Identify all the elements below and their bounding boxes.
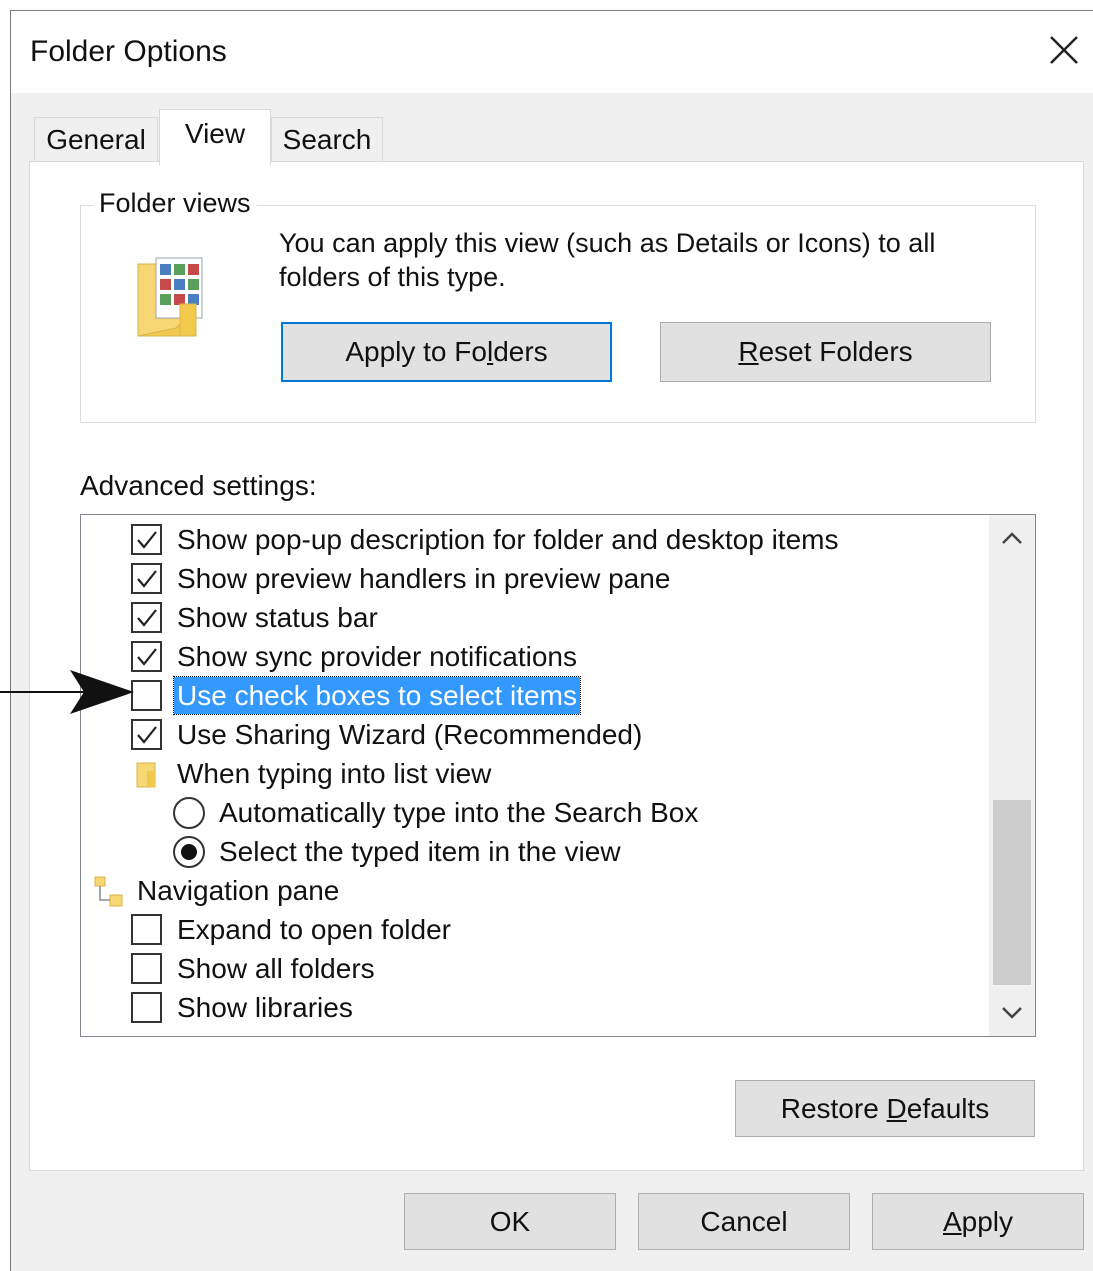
view-tab-panel: Folder views You can apply this view (su… [29,161,1084,1171]
checkbox-use-sharing-wizard[interactable] [131,719,162,750]
checkmark-icon [137,531,157,549]
dialog-title: Folder Options [30,35,227,68]
list-item-label: Show preview handlers in preview pane [177,563,671,594]
reset-folders-button[interactable]: Reset Folders [660,322,991,382]
folder-options-dialog: Folder Options General View Search Folde… [10,10,1093,1271]
scroll-thumb[interactable] [993,800,1031,985]
checkmark-icon [137,726,157,744]
list-item-label: Expand to open folder [177,914,451,945]
vertical-scrollbar[interactable] [989,515,1035,1036]
list-item-label: Use check boxes to select items [173,676,581,715]
radio-auto-type-search[interactable] [173,797,205,829]
tab-general-label: General [46,124,146,155]
list-item-label: When typing into list view [177,758,492,789]
list-item-label: Select the typed item in the view [219,836,621,867]
chevron-up-icon [1002,532,1022,544]
folder-views-legend: Folder views [93,188,257,219]
list-item-label: Automatically type into the Search Box [219,797,699,828]
checkbox-expand-to-open-folder[interactable] [131,914,162,945]
annotation-arrow-icon [0,662,140,723]
folder-views-group: Folder views You can apply this view (su… [80,188,1036,423]
scroll-up-button[interactable] [989,515,1035,561]
tab-search[interactable]: Search [271,117,383,161]
navigation-pane-icon [93,875,127,919]
checkmark-icon [137,609,157,627]
tab-search-label: Search [282,124,372,155]
close-icon [1050,36,1078,64]
list-item-label: Show status bar [177,602,378,633]
ok-button[interactable]: OK [404,1193,616,1250]
tab-view[interactable]: View [159,109,271,165]
radio-dot [181,844,197,860]
tab-general[interactable]: General [34,117,158,161]
checkbox-show-status-bar[interactable] [131,602,162,633]
list-item-label: Show sync provider notifications [177,641,577,672]
apply-to-folders-button[interactable]: Apply to Folders [281,322,612,382]
checkbox-show-popup-description[interactable] [131,524,162,555]
list-item-label: Show all folders [177,953,375,984]
title-bar: Folder Options [11,11,1093,93]
close-button[interactable] [1039,25,1089,75]
checkbox-show-preview-handlers[interactable] [131,563,162,594]
cancel-button[interactable]: Cancel [638,1193,850,1250]
list-item-label: Show pop-up description for folder and d… [177,524,839,555]
apply-button[interactable]: Apply [872,1193,1084,1250]
list-item-label: Show libraries [177,992,353,1023]
chevron-down-icon [1002,1007,1022,1019]
checkbox-show-libraries[interactable] [131,992,162,1023]
list-item-label: Use Sharing Wizard (Recommended) [177,719,643,750]
advanced-settings-list: Show pop-up description for folder and d… [80,514,1036,1037]
restore-defaults-button[interactable]: Restore Defaults [735,1080,1035,1137]
tab-view-label: View [184,118,246,149]
folder-icon [135,760,159,799]
advanced-settings-label: Advanced settings: [80,470,317,501]
radio-select-typed-item[interactable] [173,836,205,868]
list-item-label: Navigation pane [137,875,340,906]
checkbox-show-all-folders[interactable] [131,953,162,984]
folder-views-description: You can apply this view (such as Details… [279,228,936,292]
scroll-down-button[interactable] [989,990,1035,1036]
checkmark-icon [137,570,157,588]
folder-views-icon [136,256,216,351]
